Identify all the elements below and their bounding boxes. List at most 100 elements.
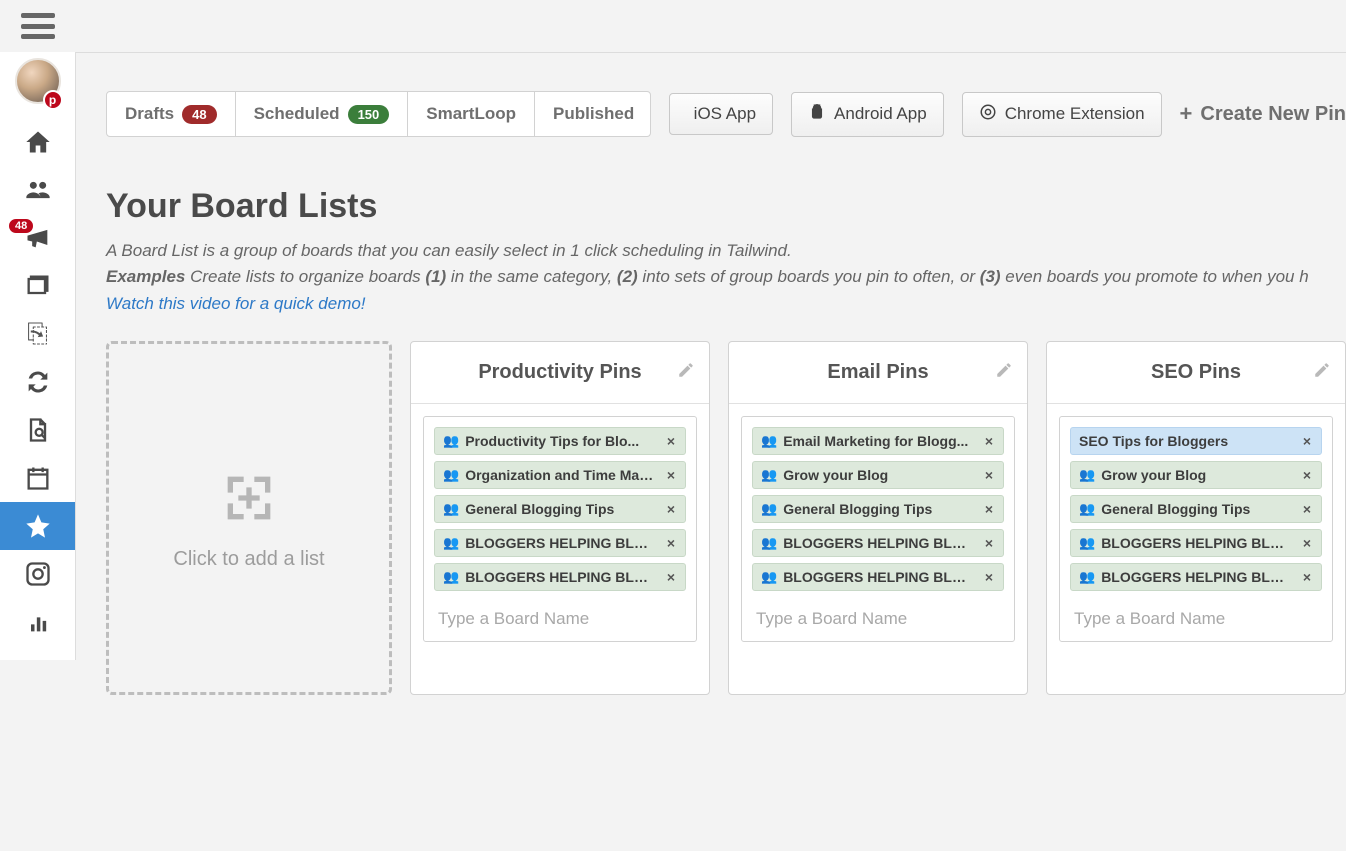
board-name-input[interactable] <box>434 597 686 641</box>
nav-tribes[interactable] <box>0 166 75 214</box>
desc-line-1: A Board List is a group of boards that y… <box>106 238 1326 264</box>
remove-tag-button[interactable]: × <box>663 569 679 585</box>
tab-published[interactable]: Published <box>535 92 651 136</box>
board-tag[interactable]: 👥SEO Tips for Bloggers× <box>1070 427 1322 455</box>
desc-c: into sets of group boards you pin to oft… <box>638 267 980 286</box>
group-icon: 👥 <box>1079 535 1095 551</box>
tab-drafts[interactable]: Drafts 48 <box>107 92 236 136</box>
remove-tag-button[interactable]: × <box>1299 433 1315 449</box>
board-list-title: Email Pins <box>729 342 1027 404</box>
nav-schedule[interactable] <box>0 454 75 502</box>
board-tag-label: Grow your Blog <box>1101 467 1293 483</box>
door-icon: ⎘ <box>24 320 52 348</box>
nav-publisher[interactable]: 48 <box>0 214 75 262</box>
board-tag[interactable]: 👥Grow your Blog× <box>752 461 1004 489</box>
board-tag[interactable]: 👥 Grow your Blog × <box>1070 461 1322 489</box>
board-tag-box: 👥SEO Tips for Bloggers×👥Grow your Blog×👥… <box>1059 416 1333 642</box>
board-tag[interactable]: 👥 BLOGGERS HELPING BLOGGERS... × <box>434 529 686 557</box>
remove-tag-button[interactable]: × <box>663 535 679 551</box>
remove-tag-button[interactable]: × <box>981 535 997 551</box>
drafts-count-badge: 48 <box>182 105 216 124</box>
instagram-icon <box>24 560 52 588</box>
board-list-title-text: Productivity Pins <box>478 361 641 384</box>
nav-instagram[interactable] <box>0 550 75 598</box>
remove-tag-button[interactable]: × <box>981 569 997 585</box>
ios-app-label: iOS App <box>694 104 756 124</box>
board-name-input[interactable] <box>752 597 1004 641</box>
pencil-icon <box>995 361 1013 379</box>
board-tag[interactable]: 👥General Blogging Tips× <box>434 495 686 523</box>
desc-b: in the same category, <box>446 267 617 286</box>
board-tag-label: BLOGGERS HELPING BLOGGERS... <box>465 569 657 585</box>
nav-monitor[interactable] <box>0 406 75 454</box>
board-tag-label: BLOGGERS HELPING BLOGGERS... <box>465 535 657 551</box>
group-icon: 👥 <box>1079 467 1095 483</box>
add-list-label: Click to add a list <box>173 548 324 571</box>
remove-tag-button[interactable]: × <box>1299 501 1315 517</box>
images-icon <box>24 272 52 300</box>
plus-icon: + <box>1180 101 1193 127</box>
edit-list-button[interactable] <box>995 361 1013 385</box>
edit-list-button[interactable] <box>1313 361 1331 385</box>
board-list-title: SEO Pins <box>1047 342 1345 404</box>
nav-images[interactable] <box>0 262 75 310</box>
board-tag-label: BLOGGERS HELPING BLOGGERS... <box>783 535 975 551</box>
remove-tag-button[interactable]: × <box>981 433 997 449</box>
nav-insights[interactable]: ⎘ <box>0 310 75 358</box>
board-tag[interactable]: 👥Email Marketing for Blogg...× <box>752 427 1004 455</box>
people-icon <box>24 176 52 204</box>
tab-drafts-label: Drafts <box>125 104 174 124</box>
edit-list-button[interactable] <box>677 361 695 385</box>
board-tag[interactable]: 👥Productivity Tips for Blo...× <box>434 427 686 455</box>
board-tag[interactable]: 👥BLOGGERS HELPING BLOGGERS...× <box>1070 529 1322 557</box>
board-name-input[interactable] <box>1070 597 1322 641</box>
group-icon: 👥 <box>443 433 459 449</box>
nav-smartloop[interactable] <box>0 358 75 406</box>
desc-num1: (1) <box>425 267 446 286</box>
publisher-tabs: Drafts 48 Scheduled 150 SmartLoop Publis… <box>106 91 651 137</box>
nav-analytics[interactable] <box>0 598 75 646</box>
ios-app-button[interactable]: iOS App <box>669 93 773 135</box>
nav-board-lists[interactable] <box>0 502 75 550</box>
add-list-card[interactable]: Click to add a list <box>106 341 392 695</box>
remove-tag-button[interactable]: × <box>1299 467 1315 483</box>
board-tag[interactable]: 👥General Blogging Tips× <box>1070 495 1322 523</box>
chrome-icon <box>979 103 997 126</box>
group-icon: 👥 <box>443 501 459 517</box>
tab-smartloop[interactable]: SmartLoop <box>408 92 535 136</box>
group-icon: 👥 <box>443 535 459 551</box>
calendar-icon <box>24 464 52 492</box>
add-list-plus-icon <box>217 466 281 530</box>
board-tag[interactable]: 👥General Blogging Tips× <box>752 495 1004 523</box>
remove-tag-button[interactable]: × <box>663 501 679 517</box>
create-new-pin-button[interactable]: + Create New Pin <box>1180 101 1346 127</box>
board-tag-label: Grow your Blog <box>783 467 975 483</box>
board-tag-label: BLOGGERS HELPING BLOGGERS... <box>1101 569 1293 585</box>
remove-tag-button[interactable]: × <box>981 467 997 483</box>
desc-d: even boards you promote to when you h <box>1001 267 1309 286</box>
board-tag[interactable]: 👥BLOGGERS HELPING BLOGGERS...× <box>752 529 1004 557</box>
board-tag[interactable]: 👥BLOGGERS HELPING BLOGGERS...× <box>434 563 686 591</box>
remove-tag-button[interactable]: × <box>1299 535 1315 551</box>
nav-home[interactable] <box>0 118 75 166</box>
desc-num2: (2) <box>617 267 638 286</box>
tab-scheduled[interactable]: Scheduled 150 <box>236 92 409 136</box>
board-tag[interactable]: 👥BLOGGERS HELPING BLOGGERS...× <box>752 563 1004 591</box>
remove-tag-button[interactable]: × <box>981 501 997 517</box>
remove-tag-button[interactable]: × <box>1299 569 1315 585</box>
account-avatar[interactable]: p <box>15 52 61 118</box>
hamburger-menu-icon[interactable] <box>21 13 55 39</box>
board-list-card: SEO Pins 👥 SEO Tips for Bloggers × 👥 Grow you… <box>1046 341 1346 695</box>
board-tag-box: 👥Productivity Tips for Blo...× 👥Organizat… <box>423 416 697 642</box>
android-app-button[interactable]: Android App <box>791 92 944 137</box>
chrome-extension-label: Chrome Extension <box>1005 104 1145 124</box>
board-tag[interactable]: 👥Organization and Time Man...× <box>434 461 686 489</box>
remove-tag-button[interactable]: × <box>663 467 679 483</box>
board-tag-label: SEO Tips for Bloggers <box>1079 433 1293 449</box>
demo-video-link[interactable]: Watch this video for a quick demo! <box>106 294 366 313</box>
publisher-badge: 48 <box>8 218 34 234</box>
remove-tag-button[interactable]: × <box>663 433 679 449</box>
board-tag-label: Email Marketing for Blogg... <box>783 433 975 449</box>
chrome-extension-button[interactable]: Chrome Extension <box>962 92 1162 137</box>
board-tag[interactable]: 👥BLOGGERS HELPING BLOGGERS...× <box>1070 563 1322 591</box>
